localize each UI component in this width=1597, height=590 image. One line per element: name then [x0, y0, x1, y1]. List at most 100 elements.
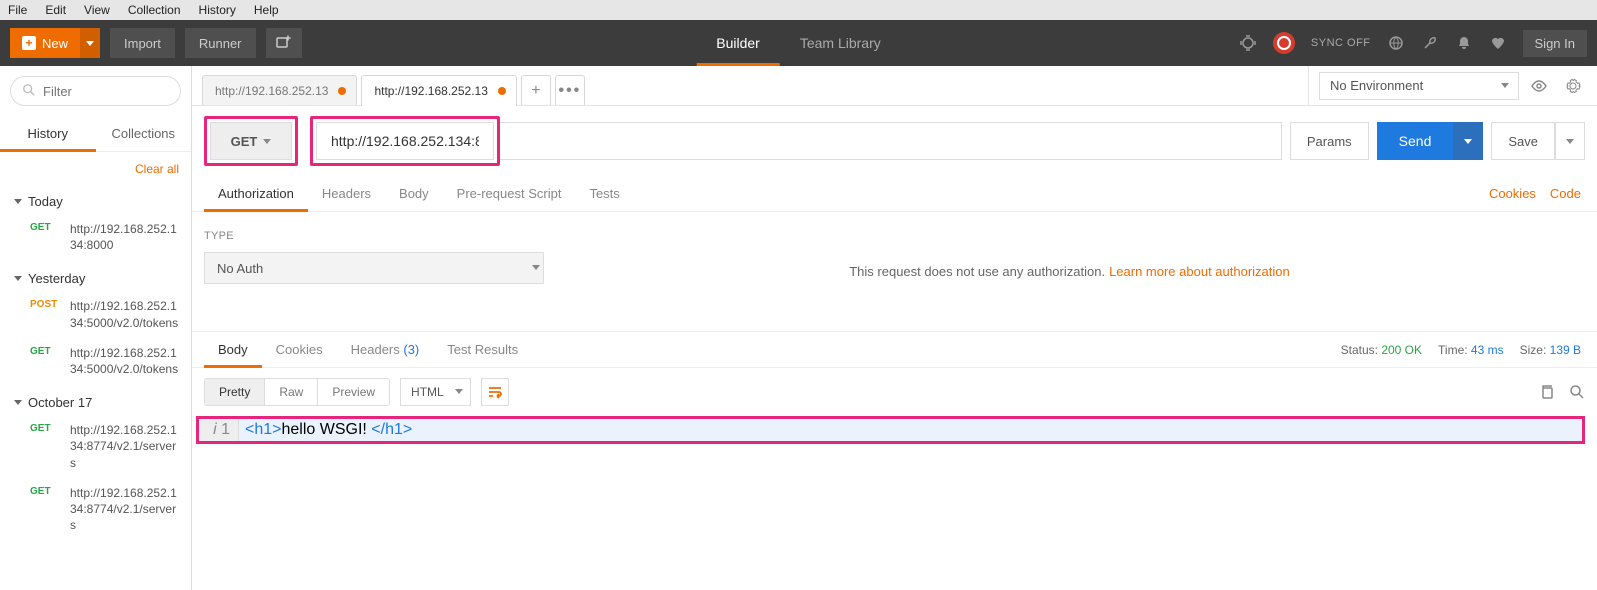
method-select[interactable]: GET: [210, 122, 292, 160]
group-title: Yesterday: [28, 271, 85, 286]
tab-prescript[interactable]: Pre-request Script: [443, 176, 576, 211]
search-icon: [22, 83, 36, 97]
history-item[interactable]: GET http://192.168.252.134:5000/v2.0/tok…: [0, 341, 191, 387]
tab-label: http://192.168.252.13: [215, 84, 328, 98]
response-body-highlight: i 1 <h1>hello WSGI! </h1>: [196, 416, 1585, 444]
sync-label: SYNC OFF: [1311, 37, 1371, 49]
menu-edit[interactable]: Edit: [45, 3, 66, 17]
status-value: 200 OK: [1381, 343, 1422, 357]
heart-icon[interactable]: [1489, 34, 1507, 52]
wrench-icon[interactable]: [1421, 34, 1439, 52]
clear-all-link[interactable]: Clear all: [123, 152, 191, 186]
history-tab[interactable]: History: [0, 116, 96, 151]
resp-headers-tab[interactable]: Headers (3): [337, 332, 434, 367]
dirty-dot-icon: [338, 87, 346, 95]
resp-cookies-tab[interactable]: Cookies: [262, 332, 337, 367]
tab-headers[interactable]: Headers: [308, 176, 385, 211]
menu-help[interactable]: Help: [254, 3, 279, 17]
group-title: October 17: [28, 395, 92, 410]
menu-history[interactable]: History: [199, 3, 236, 17]
tab-menu-button[interactable]: •••: [555, 75, 585, 105]
auth-type-select[interactable]: No Auth: [204, 252, 544, 284]
new-window-button[interactable]: [266, 28, 302, 58]
collections-tab[interactable]: Collections: [96, 116, 192, 151]
globe-icon[interactable]: [1387, 34, 1405, 52]
environment-select[interactable]: No Environment: [1319, 72, 1519, 100]
preview-tab[interactable]: Preview: [318, 379, 389, 405]
new-label: New: [42, 36, 68, 51]
dots-icon: •••: [558, 82, 581, 100]
pretty-tab[interactable]: Pretty: [205, 379, 265, 405]
history-item[interactable]: GET http://192.168.252.134:8774/v2.1/ser…: [0, 481, 191, 544]
copy-icon[interactable]: [1539, 384, 1555, 400]
method-badge: POST: [30, 298, 60, 330]
new-button[interactable]: + New: [10, 28, 80, 58]
history-url: http://192.168.252.134:5000/v2.0/tokens: [70, 345, 179, 377]
request-tab[interactable]: http://192.168.252.13: [202, 75, 357, 105]
new-dropdown[interactable]: [80, 28, 100, 58]
method-label: GET: [231, 134, 258, 149]
url-input[interactable]: [316, 122, 494, 160]
raw-tab[interactable]: Raw: [265, 379, 318, 405]
dirty-dot-icon: [498, 87, 506, 95]
auth-learn-more-link[interactable]: Learn more about authorization: [1109, 264, 1290, 279]
sync-status-icon[interactable]: [1273, 32, 1295, 54]
tab-label: http://192.168.252.13: [374, 84, 487, 98]
history-url: http://192.168.252.134:8774/v2.1/servers: [70, 422, 179, 471]
send-button[interactable]: Send: [1377, 122, 1454, 160]
method-badge: GET: [30, 485, 60, 534]
history-group-yesterday[interactable]: Yesterday: [0, 263, 191, 294]
main-panel: http://192.168.252.13 http://192.168.252…: [192, 66, 1597, 590]
tab-authorization[interactable]: Authorization: [204, 176, 308, 211]
settings-icon[interactable]: [1559, 72, 1587, 100]
code-text: hello WSGI!: [281, 421, 371, 438]
resp-tests-tab[interactable]: Test Results: [433, 332, 532, 367]
import-button[interactable]: Import: [110, 28, 175, 58]
params-button[interactable]: Params: [1290, 122, 1369, 160]
window-plus-icon: [276, 35, 292, 51]
history-group-today[interactable]: Today: [0, 186, 191, 217]
save-dropdown[interactable]: [1555, 122, 1585, 160]
code-tag-close: </h1>: [371, 421, 412, 438]
menu-collection[interactable]: Collection: [128, 3, 181, 17]
history-item[interactable]: POST http://192.168.252.134:5000/v2.0/to…: [0, 294, 191, 340]
chevron-down-icon: [14, 400, 22, 405]
body-controls: Pretty Raw Preview HTML: [192, 368, 1597, 416]
resp-headers-label: Headers: [351, 342, 400, 357]
add-tab-button[interactable]: +: [521, 75, 551, 105]
tab-body[interactable]: Body: [385, 176, 443, 211]
request-tab[interactable]: http://192.168.252.13: [361, 75, 516, 106]
method-badge: GET: [30, 422, 60, 471]
code-line[interactable]: <h1>hello WSGI! </h1>: [239, 419, 1582, 441]
bell-icon[interactable]: [1455, 34, 1473, 52]
quicklook-icon[interactable]: [1525, 72, 1553, 100]
chevron-down-icon: [263, 139, 271, 144]
team-library-tab[interactable]: Team Library: [780, 20, 901, 66]
wrap-lines-button[interactable]: [481, 378, 509, 406]
method-badge: GET: [30, 345, 60, 377]
method-badge: GET: [30, 221, 60, 253]
sidebar: History Collections Clear all Today GET …: [0, 66, 192, 590]
cookies-link[interactable]: Cookies: [1489, 186, 1536, 201]
builder-tab[interactable]: Builder: [696, 20, 780, 66]
url-input-ext[interactable]: [500, 122, 1282, 160]
history-item[interactable]: GET http://192.168.252.134:8000: [0, 217, 191, 263]
capture-icon[interactable]: [1239, 34, 1257, 52]
signin-button[interactable]: Sign In: [1523, 30, 1587, 57]
send-dropdown[interactable]: [1453, 122, 1483, 160]
search-response-icon[interactable]: [1569, 384, 1585, 400]
resp-body-tab[interactable]: Body: [204, 332, 262, 367]
runner-button[interactable]: Runner: [185, 28, 256, 58]
history-item[interactable]: GET http://192.168.252.134:8774/v2.1/ser…: [0, 418, 191, 481]
tab-tests[interactable]: Tests: [575, 176, 633, 211]
code-link[interactable]: Code: [1550, 186, 1581, 201]
menu-view[interactable]: View: [84, 3, 110, 17]
toolbar: + New Import Runner Builder Team Library…: [0, 20, 1597, 66]
resp-headers-count: (3): [403, 342, 419, 357]
history-group-oct17[interactable]: October 17: [0, 387, 191, 418]
menu-file[interactable]: File: [8, 3, 27, 17]
line-number: 1: [221, 421, 230, 438]
time-value: 43 ms: [1471, 343, 1504, 357]
save-button[interactable]: Save: [1491, 122, 1555, 160]
chevron-down-icon: [14, 276, 22, 281]
